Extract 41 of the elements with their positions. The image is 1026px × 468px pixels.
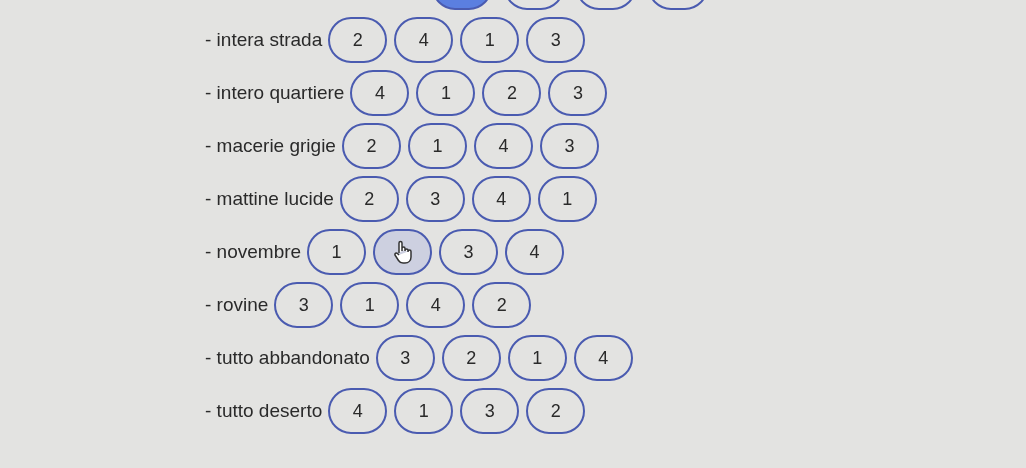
number-button[interactable]: 3	[274, 282, 334, 328]
number-button[interactable]: 3	[460, 388, 520, 434]
number-button[interactable]: 4	[505, 229, 565, 275]
number-button[interactable]: 4	[394, 17, 454, 63]
number-button[interactable]: 3	[526, 17, 586, 63]
item-label: - tutto abbandonato	[205, 345, 370, 370]
number-button[interactable]: 2	[526, 388, 586, 434]
number-button[interactable]: 2	[328, 17, 388, 63]
item-label: - tutto deserto	[205, 398, 323, 423]
number-button[interactable]: 1	[394, 388, 454, 434]
number-button[interactable]: 1	[340, 282, 400, 328]
item-label: - rovine	[205, 292, 269, 317]
number-button[interactable]: 4	[473, 123, 533, 169]
number-button[interactable]: 3	[439, 229, 499, 275]
number-button[interactable]: 4	[573, 335, 633, 381]
number-button[interactable]: 1	[460, 17, 520, 63]
number-button[interactable]: 2	[339, 176, 399, 222]
number-button[interactable]: 4	[471, 176, 531, 222]
number-button[interactable]: 2	[472, 282, 532, 328]
number-button[interactable]: 3	[405, 176, 465, 222]
number-button[interactable]: 2	[441, 335, 501, 381]
number-button[interactable]	[373, 229, 433, 275]
item-label: - macerie grigie	[205, 133, 336, 158]
number-button[interactable]: 4	[406, 282, 466, 328]
number-button[interactable]: 2	[341, 123, 401, 169]
number-button[interactable]: 1	[416, 70, 476, 116]
number-button[interactable]: 3	[375, 335, 435, 381]
number-button[interactable]: 3	[548, 70, 608, 116]
number-button[interactable]: 1	[407, 123, 467, 169]
item-label: - mattine lucide	[205, 186, 334, 211]
number-button[interactable]: 1	[507, 335, 567, 381]
number-button[interactable]: 1	[307, 229, 367, 275]
item-label: - novembre	[205, 239, 302, 264]
number-button[interactable]: 3	[539, 123, 599, 169]
item-label: - intero quartiere	[205, 80, 345, 105]
number-button[interactable]: 2	[482, 70, 542, 116]
number-button[interactable]: 4	[350, 70, 410, 116]
item-label: - intera strada	[205, 27, 323, 52]
number-button[interactable]: 1	[537, 176, 597, 222]
number-button[interactable]: 4	[328, 388, 388, 434]
hand-cursor-icon	[392, 240, 413, 264]
